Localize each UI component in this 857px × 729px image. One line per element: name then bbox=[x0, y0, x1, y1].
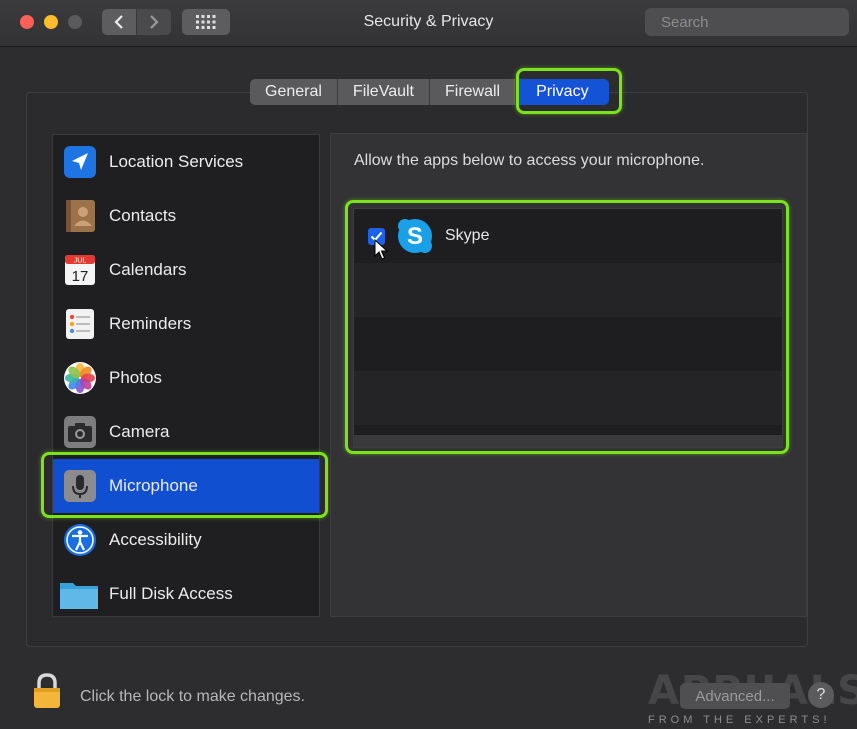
sidebar-item-label: Full Disk Access bbox=[109, 584, 233, 603]
calendar-icon-day: 17 bbox=[72, 268, 89, 285]
title-bar: Security & Privacy bbox=[0, 0, 857, 47]
contacts-book-icon bbox=[63, 199, 97, 233]
pane-description: Allow the apps below to access your micr… bbox=[354, 152, 705, 169]
sidebar-item-accessibility[interactable]: Accessibility bbox=[53, 513, 319, 567]
sidebar-item-label: Reminders bbox=[109, 314, 192, 333]
sidebar-item-photos[interactable]: Photos bbox=[53, 351, 319, 405]
camera-icon bbox=[63, 415, 97, 449]
sidebar-item-label: Calendars bbox=[109, 260, 187, 279]
location-arrow-icon bbox=[63, 145, 97, 179]
privacy-tab-highlight bbox=[516, 68, 622, 114]
tab-general[interactable]: General bbox=[250, 79, 338, 105]
accessibility-icon bbox=[63, 523, 97, 557]
sidebar-item-label: Photos bbox=[109, 368, 162, 387]
advanced-button[interactable]: Advanced... bbox=[680, 683, 790, 709]
sidebar-item-contacts[interactable]: Contacts bbox=[53, 189, 319, 243]
calendar-icon-month: JUL bbox=[74, 258, 87, 265]
tab-firewall[interactable]: Firewall bbox=[429, 79, 517, 105]
sidebar-item-camera[interactable]: Camera bbox=[53, 405, 319, 459]
lock-icon[interactable] bbox=[30, 672, 64, 710]
tab-filevault[interactable]: FileVault bbox=[337, 79, 430, 105]
sidebar-item-calendars[interactable]: JUL 17 Calendars bbox=[53, 243, 319, 297]
search-input[interactable] bbox=[659, 9, 857, 35]
sidebar-item-label: Camera bbox=[109, 422, 170, 441]
folder-icon bbox=[59, 577, 99, 611]
app-list-highlight bbox=[345, 200, 789, 454]
microphone-item-highlight bbox=[41, 452, 328, 518]
sidebar-item-full-disk-access[interactable]: Full Disk Access bbox=[53, 567, 319, 616]
reminders-list-icon bbox=[63, 307, 97, 341]
photos-flower-icon bbox=[63, 361, 97, 395]
help-button[interactable]: ? bbox=[808, 682, 834, 708]
watermark-tagline: FROM THE EXPERTS! bbox=[648, 714, 831, 726]
lock-instruction-text: Click the lock to make changes. bbox=[80, 688, 305, 705]
sidebar-item-label: Location Services bbox=[109, 152, 244, 171]
sidebar-item-label: Accessibility bbox=[109, 530, 202, 549]
sidebar-item-location-services[interactable]: Location Services bbox=[53, 135, 319, 189]
calendar-icon: JUL 17 bbox=[63, 253, 97, 287]
privacy-category-list[interactable]: Location Services Contacts JUL 17 Calend… bbox=[52, 134, 320, 617]
sidebar-item-label: Contacts bbox=[109, 206, 177, 225]
search-field[interactable] bbox=[645, 8, 857, 36]
sidebar-item-reminders[interactable]: Reminders bbox=[53, 297, 319, 351]
